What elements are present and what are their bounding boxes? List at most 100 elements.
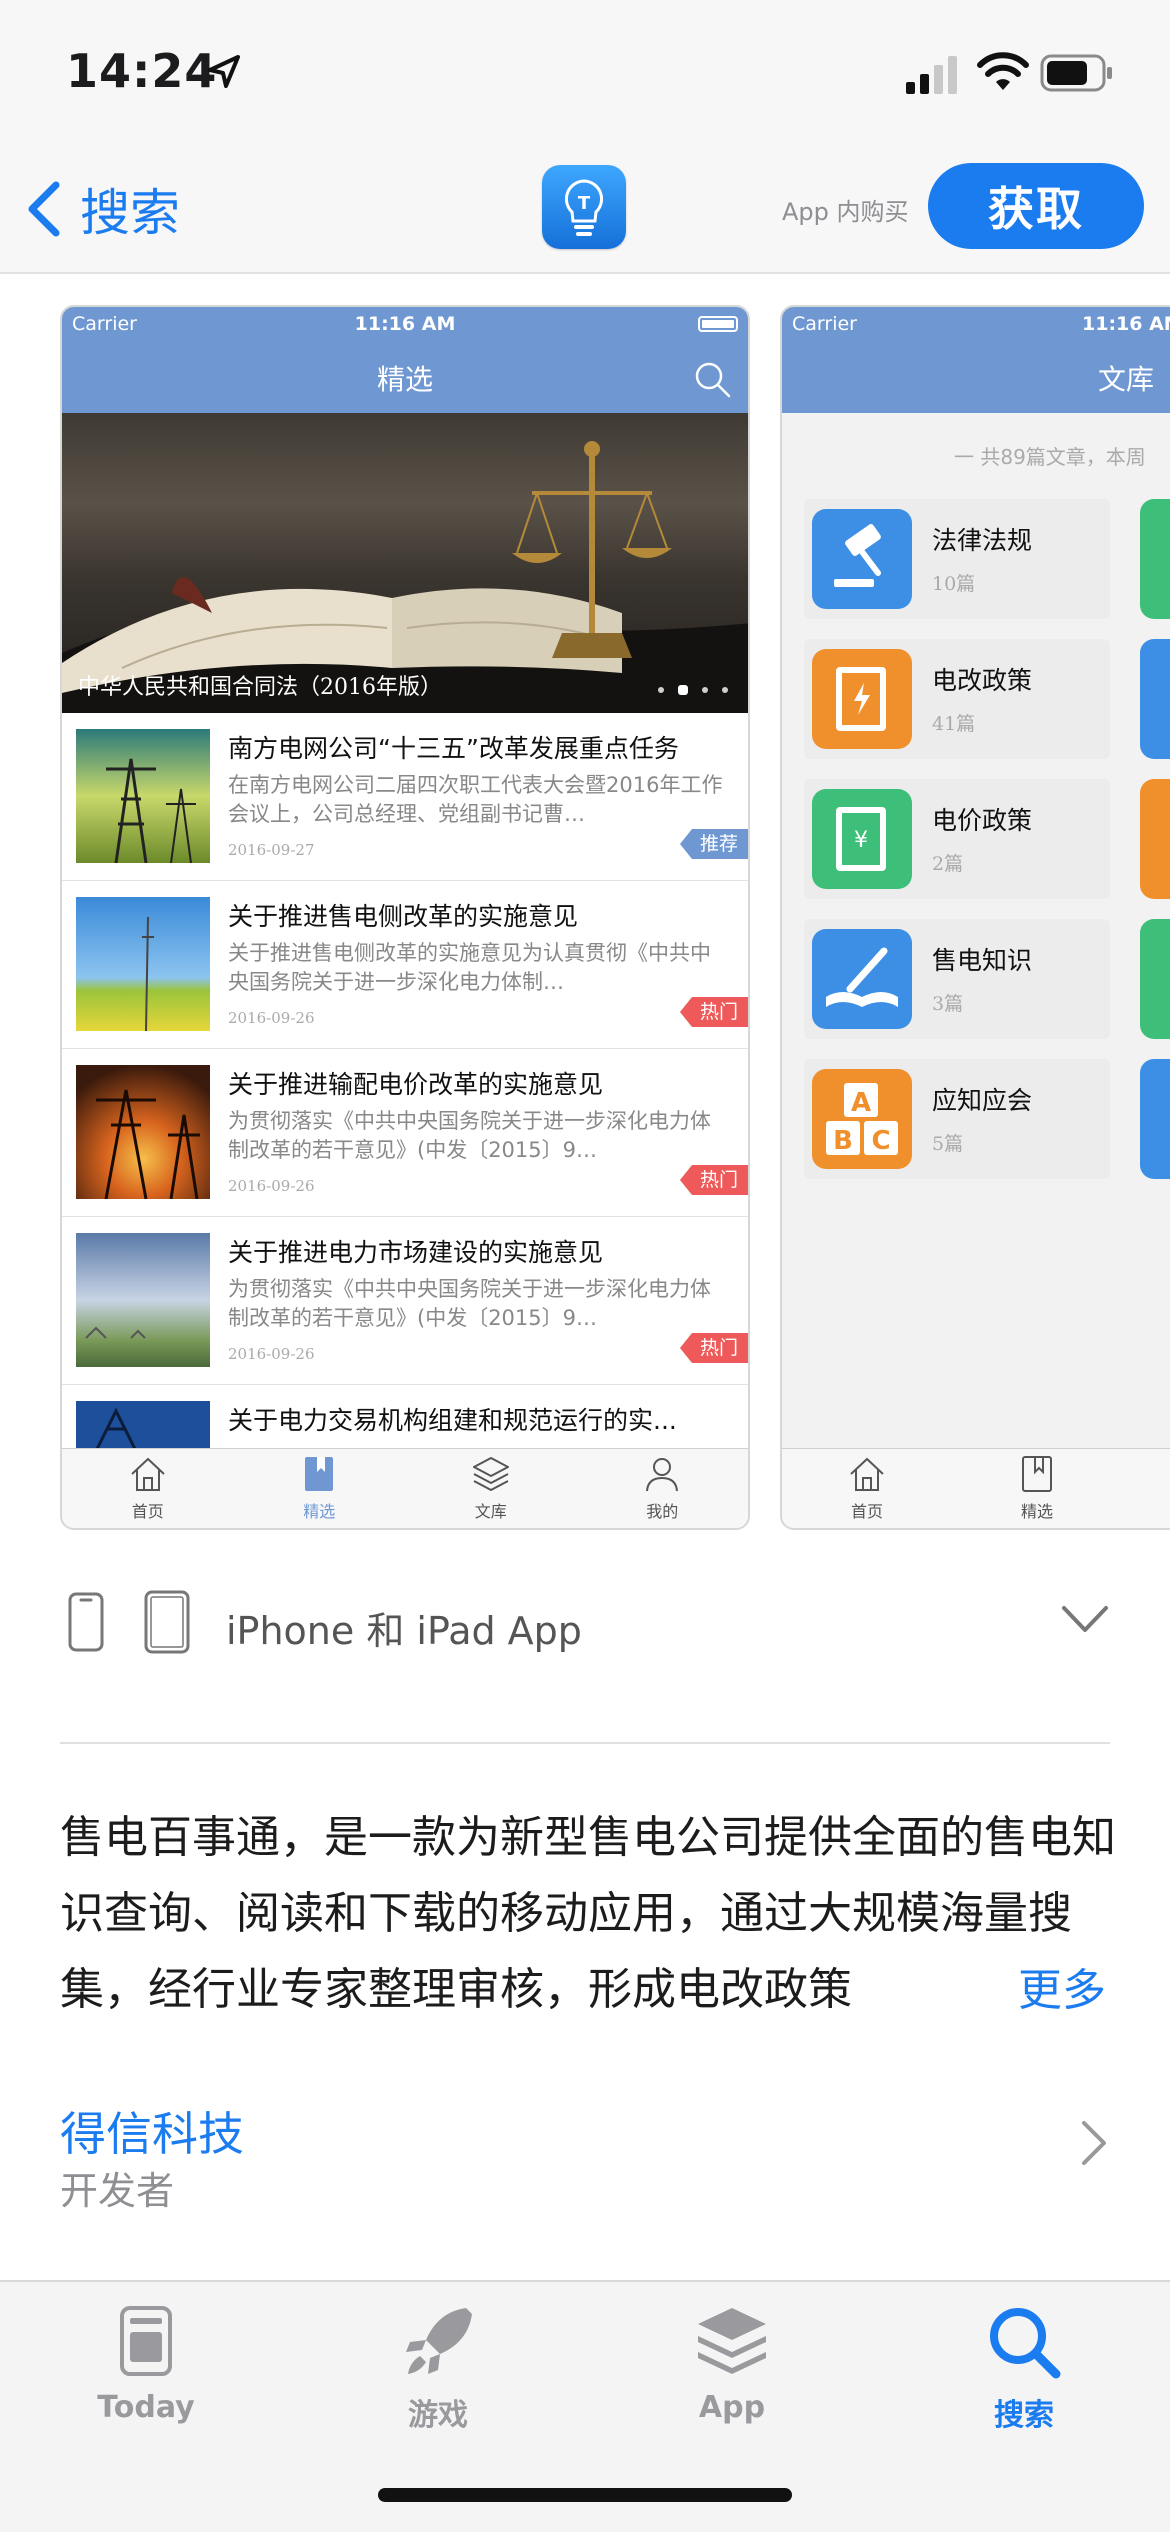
news-date: 2016-09-26 xyxy=(228,1009,315,1027)
device-label: iPhone 和 iPad App xyxy=(226,1609,582,1653)
news-description: 为贯彻落实《中共中央国务院关于进一步深化电力体制改革的若干意见》(中发〔2015… xyxy=(228,1277,711,1330)
policy-book-icon xyxy=(812,649,912,749)
wifi-icon xyxy=(977,52,1029,90)
news-title: 关于电力交易机构组建和规范运行的实... xyxy=(228,1406,677,1435)
category-count: 2篇 xyxy=(932,853,964,875)
svg-text:A: A xyxy=(851,1088,871,1118)
phone-time: 11:16 AM xyxy=(1082,313,1170,335)
chevron-down-icon[interactable] xyxy=(1060,1600,1110,1640)
library-category-peek xyxy=(1140,1059,1170,1179)
news-thumbnail xyxy=(76,897,210,1031)
news-thumbnail xyxy=(76,1401,210,1451)
phone-tab-featured[interactable]: 精选 xyxy=(234,1449,406,1528)
library-category[interactable]: ABC 应知应会 5篇 xyxy=(804,1059,1110,1179)
home-indicator xyxy=(378,2488,792,2502)
category-count: 41篇 xyxy=(932,713,976,735)
status-bar: 14:24 xyxy=(0,0,1170,150)
category-count: 10篇 xyxy=(932,573,976,595)
phone-tab-label: 精选 xyxy=(303,1502,336,1521)
carousel-dots xyxy=(658,685,728,695)
phone-tab-home[interactable]: 首页 xyxy=(62,1449,234,1528)
get-button[interactable]: 获取 xyxy=(928,163,1144,249)
news-description: 为贯彻落实《中共中央国务院关于进一步深化电力体制改革的若干意见》(中发〔2015… xyxy=(228,1109,711,1162)
library-category-peek xyxy=(1140,499,1170,619)
developer-name-link[interactable]: 得信科技 xyxy=(60,2098,244,2164)
phone-tab-label: 精选 xyxy=(1020,1502,1053,1521)
news-title: 关于推进输配电价改革的实施意见 xyxy=(228,1070,604,1099)
library-category[interactable]: 电改政策 41篇 xyxy=(804,639,1110,759)
phone-status-bar: Carrier 11:16 AM xyxy=(62,307,748,343)
news-title: 关于推进售电侧改革的实施意见 xyxy=(228,902,579,931)
news-item[interactable]: 关于电力交易机构组建和规范运行的实... xyxy=(62,1385,748,1451)
more-button[interactable]: 更多 xyxy=(1018,1954,1106,2018)
phone-tab-profile[interactable]: 我的 xyxy=(577,1449,749,1528)
phone-tab-bar: 首页 精选 文库 我的 xyxy=(62,1448,748,1528)
phone-tab-label: 文库 xyxy=(474,1502,507,1521)
bookmark-book-icon xyxy=(305,1457,334,1491)
tab-today[interactable]: Today xyxy=(46,2302,246,2452)
news-title: 关于推进电力市场建设的实施意见 xyxy=(228,1238,604,1267)
svg-text:C: C xyxy=(871,1126,890,1156)
person-icon xyxy=(646,1458,679,1492)
iphone-icon xyxy=(68,1592,104,1652)
abc-blocks-icon: ABC xyxy=(812,1069,912,1169)
tab-apps[interactable]: App xyxy=(632,2302,832,2452)
phone-tab-featured[interactable]: 精选 xyxy=(952,1449,1122,1528)
svg-text:T: T xyxy=(578,193,591,214)
svg-text:B: B xyxy=(833,1126,853,1156)
phone-time: 11:16 AM xyxy=(354,313,456,335)
location-arrow-icon xyxy=(208,55,240,88)
gavel-icon xyxy=(812,509,912,609)
news-item[interactable]: 关于推进输配电价改革的实施意见 为贯彻落实《中共中央国务院关于进一步深化电力体制… xyxy=(62,1049,748,1217)
app-screenshot-1[interactable]: Carrier 11:16 AM 精选 中华人民共和国合同法（2016年版） 南… xyxy=(60,305,750,1530)
phone-tab-label: 首页 xyxy=(131,1502,164,1521)
tab-search[interactable]: 搜索 xyxy=(924,2302,1124,2452)
tab-label: 游戏 xyxy=(408,2398,468,2433)
hot-badge: 热门 xyxy=(679,997,748,1027)
library-category[interactable]: 售电知识 3篇 xyxy=(804,919,1110,1039)
search-icon xyxy=(990,2308,1061,2379)
ipad-icon xyxy=(144,1590,190,1654)
phone-battery-icon xyxy=(698,316,738,332)
news-date: 2016-09-26 xyxy=(228,1345,315,1363)
library-total: 一 共89篇文章，本周 xyxy=(954,445,1146,469)
back-button[interactable]: 搜索 xyxy=(22,174,180,244)
phone-nav-title: 文库 xyxy=(1098,363,1155,396)
layers-icon xyxy=(472,1457,509,1491)
battery-icon xyxy=(1040,54,1112,92)
nav-bar: 搜索 T App 内购买 获取 xyxy=(0,150,1170,274)
news-item[interactable]: 南方电网公司“十三五”改革发展重点任务 在南方电网公司二届四次职工代表大会暨20… xyxy=(62,713,748,881)
section-divider xyxy=(60,1742,1110,1744)
status-time: 14:24 xyxy=(66,44,218,98)
news-date: 2016-09-26 xyxy=(228,1177,315,1195)
phone-tab-home[interactable]: 首页 xyxy=(782,1449,952,1528)
news-item[interactable]: 关于推进售电侧改革的实施意见 关于推进售电侧改革的实施意见为认真贯彻《中共中央国… xyxy=(62,881,748,1049)
device-compatibility-row[interactable]: iPhone 和 iPad App xyxy=(60,1590,1110,1660)
news-description: 关于推进售电侧改革的实施意见为认真贯彻《中共中央国务院关于进一步深化电力体制… xyxy=(228,941,711,994)
hero-banner: 中华人民共和国合同法（2016年版） xyxy=(62,413,748,713)
library-category[interactable]: 法律法规 10篇 xyxy=(804,499,1110,619)
phone-tab-label: 首页 xyxy=(850,1502,883,1521)
recommend-badge: 推荐 xyxy=(679,829,748,859)
tab-games[interactable]: 游戏 xyxy=(338,2302,538,2452)
category-name: 电价政策 xyxy=(932,806,1033,835)
house-icon xyxy=(850,1457,884,1491)
app-screenshot-2[interactable]: Carrier 11:16 AM 文库 一 共89篇文章，本周 法律法规 10篇… xyxy=(780,305,1170,1530)
lightbulb-icon: T xyxy=(564,179,604,236)
house-icon xyxy=(131,1457,165,1491)
tab-label: Today xyxy=(97,2390,195,2425)
news-thumbnail xyxy=(76,729,210,863)
rocket-icon xyxy=(406,2308,472,2374)
chevron-right-icon[interactable] xyxy=(1074,2118,1114,2168)
phone-nav-bar: 精选 xyxy=(62,343,748,413)
news-item[interactable]: 关于推进电力市场建设的实施意见 为贯彻落实《中共中央国务院关于进一步深化电力体制… xyxy=(62,1217,748,1385)
hero-caption: 中华人民共和国合同法（2016年版） xyxy=(78,675,442,700)
app-icon: T xyxy=(542,165,626,249)
news-thumbnail xyxy=(76,1065,210,1199)
category-count: 5篇 xyxy=(932,1133,964,1155)
search-icon xyxy=(695,362,731,398)
library-category-peek xyxy=(1140,779,1170,899)
phone-tab-library[interactable]: 文库 xyxy=(405,1449,577,1528)
tab-label: 搜索 xyxy=(994,2398,1054,2433)
library-category[interactable]: ¥ 电价政策 2篇 xyxy=(804,779,1110,899)
